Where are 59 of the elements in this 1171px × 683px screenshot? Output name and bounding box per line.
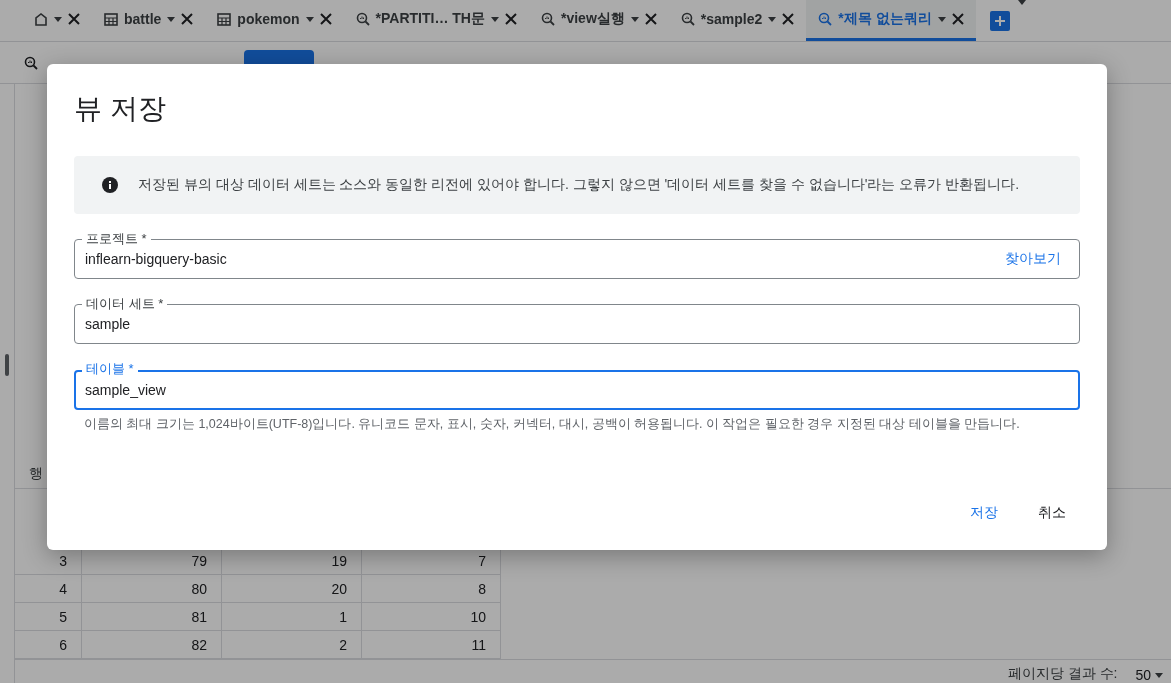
caret-icon [305,16,314,22]
text-input[interactable]: inflearn-bigquery-basic [85,251,997,267]
dialog-title: 뷰 저장 [74,92,167,126]
tab[interactable]: *PARTITI… TH문 [343,0,529,41]
table-cell: 8 [362,575,501,603]
caret-icon [167,16,176,22]
table-icon [217,12,232,26]
table-cell: 6 [15,631,82,659]
field-label: 프로젝트 * [82,231,151,247]
scrollbar-handle[interactable] [5,354,9,376]
close-icon[interactable] [644,13,657,25]
close-icon[interactable] [505,13,517,25]
caret-icon [630,16,639,22]
query-icon [355,12,370,26]
close-icon[interactable] [782,13,795,25]
info-text: 저장된 뷰의 대상 데이터 세트는 소스와 동일한 리전에 있어야 합니다. 그렇지 않으면 '데이터 세트를 찾을 수 없습니다'라는 오류가 반환됩니다. [138,176,1020,194]
table-cell: 82 [82,631,222,659]
close-icon[interactable] [181,13,194,25]
close-icon[interactable] [319,13,332,25]
table-cell: 11 [362,631,501,659]
caret-icon [768,16,777,22]
field-label: 테이블 * [82,361,138,377]
table-cell: 20 [222,575,362,603]
text-input[interactable]: sample [85,316,1069,332]
query-icon [24,55,38,70]
page-size-label: 페이지당 결과 수: [1007,665,1118,683]
dialog-button[interactable]: 저장 [956,496,1012,530]
caret-icon [937,16,946,22]
browse-link[interactable]: 찾아보기 [997,250,1069,268]
close-icon[interactable] [951,13,964,25]
tab[interactable]: *view실행 [529,0,669,41]
query-icon [818,12,833,26]
tab[interactable]: battle [92,0,206,41]
row-header: 행 [29,464,43,483]
table-icon [104,12,118,26]
table-cell: 80 [82,575,222,603]
caret-icon [1155,672,1163,678]
info-icon [102,177,118,193]
caret-icon [1017,0,1026,5]
table-cell: 10 [362,603,501,631]
table-cell: 81 [82,603,222,631]
table-cell: 4 [15,575,82,603]
tab[interactable]: pokemon [205,0,344,41]
query-icon [541,12,555,26]
text-input[interactable]: sample_view [85,382,1069,398]
table-cell: 5 [15,603,82,631]
home-icon [34,12,48,26]
table-cell: 1 [222,603,362,631]
add-tab-button[interactable] [989,11,1010,31]
field-hint: 이름의 최대 크기는 1,024바이트(UTF-8)입니다. 유니코드 문자, 표시, 숫자, 커넥터, 대시, 공백이 허용됩니다. 이 작업은 필요한 경우 지정된 대상 테이블을 만듭니다. [84,416,1021,433]
dialog-button[interactable]: 취소 [1024,496,1080,530]
caret-icon [491,16,499,22]
close-icon[interactable] [68,13,80,25]
field-label: 데이터 세트 * [82,296,168,312]
page-size-dropdown[interactable]: 50 [1135,667,1163,683]
table-cell: 2 [222,631,362,659]
caret-icon [54,16,62,22]
plus-icon [994,16,1005,26]
query-icon [680,12,695,26]
